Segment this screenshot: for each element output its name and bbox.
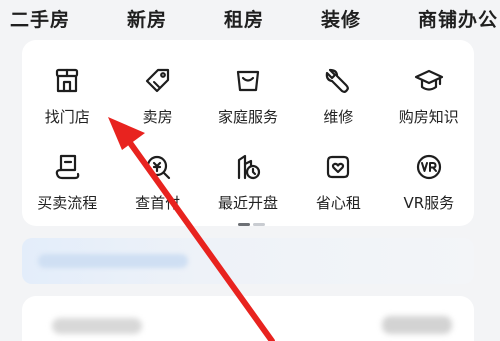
basket-icon <box>231 64 265 98</box>
service-repair[interactable]: 维修 <box>293 40 383 126</box>
document-icon <box>50 150 84 184</box>
nav-tab-decoration[interactable]: 装修 <box>321 5 361 32</box>
heart-house-icon <box>321 150 355 184</box>
service-label: 最近开盘 <box>217 194 278 212</box>
services-grid: 找门店 卖房 家庭服务 维修 购房知识 买卖流程 查首付 最近开盘 省心租 VR… <box>22 40 474 212</box>
service-trade-process[interactable]: 买卖流程 <box>22 126 112 212</box>
service-label: 维修 <box>323 108 354 126</box>
page-dot-active <box>238 223 250 226</box>
service-label: 省心租 <box>315 194 361 212</box>
service-home-services[interactable]: 家庭服务 <box>203 40 293 126</box>
tag-icon <box>141 64 175 98</box>
graduation-cap-icon <box>412 64 446 98</box>
service-label: 购房知识 <box>398 108 459 126</box>
service-label: 卖房 <box>142 108 173 126</box>
nav-tab-second-hand[interactable]: 二手房 <box>10 5 70 32</box>
nav-tab-rent[interactable]: 租房 <box>224 5 264 32</box>
search-money-icon <box>141 150 175 184</box>
service-label: 买卖流程 <box>37 194 98 212</box>
service-worry-free-rent[interactable]: 省心租 <box>293 126 383 212</box>
nav-tab-commercial[interactable]: 商铺办公 <box>418 5 498 32</box>
top-category-nav: 二手房 新房 租房 装修 商铺办公 <box>0 0 500 36</box>
service-buying-knowledge[interactable]: 购房知识 <box>384 40 474 126</box>
wrench-icon <box>321 64 355 98</box>
service-label: 查首付 <box>135 194 181 212</box>
service-recent-openings[interactable]: 最近开盘 <box>203 126 293 212</box>
banner-blurred-content <box>38 254 188 268</box>
building-clock-icon <box>231 150 265 184</box>
page-indicator <box>238 223 265 226</box>
bottom-blurred-content <box>52 318 142 334</box>
services-card: 找门店 卖房 家庭服务 维修 购房知识 买卖流程 查首付 最近开盘 省心租 VR… <box>22 40 474 226</box>
promo-banner[interactable] <box>22 238 474 284</box>
service-label: 家庭服务 <box>217 108 278 126</box>
bottom-blurred-content <box>382 316 452 334</box>
service-label: 找门店 <box>44 108 90 126</box>
service-label: VR服务 <box>403 194 455 212</box>
nav-tab-new-house[interactable]: 新房 <box>127 5 167 32</box>
service-vr[interactable]: VR服务 <box>384 126 474 212</box>
service-sell-house[interactable]: 卖房 <box>112 40 202 126</box>
vr-icon <box>412 150 446 184</box>
bottom-card[interactable] <box>22 296 474 341</box>
service-check-downpayment[interactable]: 查首付 <box>112 126 202 212</box>
service-find-store[interactable]: 找门店 <box>22 40 112 126</box>
page-dot <box>253 223 265 226</box>
store-icon <box>50 64 84 98</box>
